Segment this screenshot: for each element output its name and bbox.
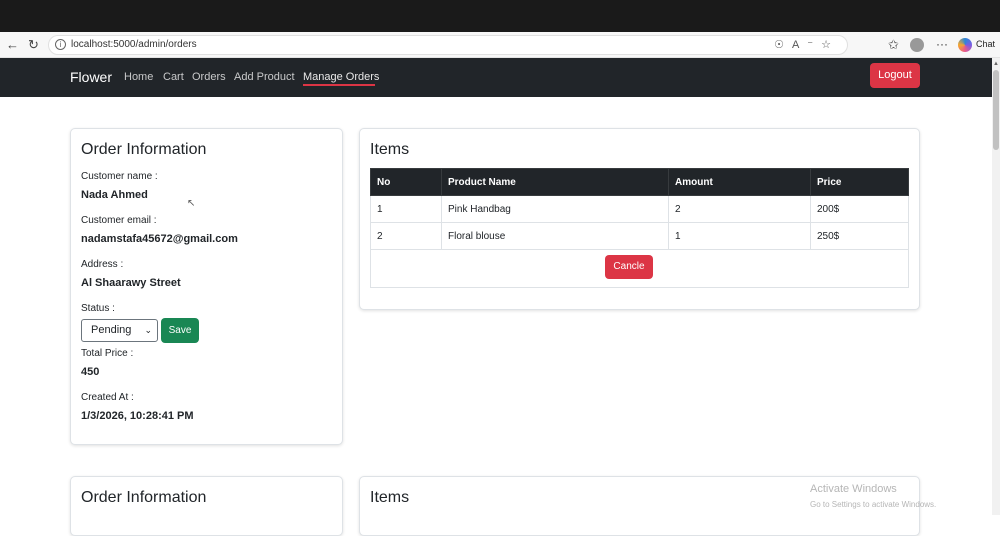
order-info-card-2: Order Information [70, 476, 343, 536]
favorite-star-icon[interactable]: ☆ [821, 39, 839, 51]
created-at-value: 1/3/2026, 10:28:41 PM [81, 410, 194, 422]
logout-button[interactable]: Logout [870, 63, 920, 88]
column-header-no: No [370, 168, 442, 196]
order-info-title-2: Order Information [81, 489, 207, 506]
column-header-price: Price [810, 168, 909, 196]
activate-windows-watermark: Activate Windows [810, 483, 897, 495]
items-title-2: Items [370, 489, 410, 506]
table-row: 1 Pink Handbag 2 200$ [370, 195, 909, 223]
page-scrollbar[interactable]: ▲ [992, 58, 1000, 515]
cell-price: 200$ [810, 195, 909, 223]
customer-email-value: nadamstafa45672@gmail.com [81, 233, 238, 245]
address-label: Address : [81, 259, 124, 270]
items-card: Items No Product Name Amount Price 1 Pin… [359, 128, 920, 310]
navbar: Flower Home Cart Orders Add Product Mana… [0, 58, 992, 97]
items-title: Items [370, 141, 410, 158]
cancel-button[interactable]: Cancle [605, 255, 653, 279]
total-price-value: 450 [81, 366, 100, 378]
order-info-title: Order Information [81, 141, 207, 158]
status-label: Status : [81, 303, 115, 314]
cell-product-name: Pink Handbag [441, 195, 669, 223]
customer-name-value: Nada Ahmed [81, 189, 148, 201]
scroll-thumb[interactable] [993, 70, 999, 150]
chevron-down-icon[interactable]: ⌄ [144, 320, 152, 341]
profile-avatar-icon[interactable] [910, 38, 924, 52]
nav-cart[interactable]: Cart [163, 71, 184, 83]
items-table: No Product Name Amount Price 1 Pink Hand… [370, 168, 909, 250]
nav-manage-orders[interactable]: Manage Orders [303, 71, 379, 83]
browser-toolbar: ← ↻ i localhost:5000/admin/orders ☉A⁻☆ ✩ [0, 32, 1000, 58]
total-price-label: Total Price : [81, 348, 134, 359]
column-header-product-name: Product Name [441, 168, 669, 196]
brand-logo[interactable]: Flower [70, 69, 112, 85]
activate-windows-subtext: Go to Settings to activate Windows. [810, 500, 937, 509]
status-select-value[interactable]: Pending [91, 324, 131, 336]
cell-no: 2 [370, 222, 442, 250]
customer-email-label: Customer email : [81, 215, 157, 226]
status-select[interactable]: Pending ⌄ [81, 319, 158, 342]
window-titlebar [0, 0, 1000, 32]
table-row: 2 Floral blouse 1 250$ [370, 222, 909, 250]
more-icon[interactable]: ··· [936, 37, 948, 51]
nav-orders[interactable]: Orders [192, 71, 226, 83]
cell-product-name: Floral blouse [441, 222, 669, 250]
save-button[interactable]: Save [161, 318, 199, 343]
favorites-icon[interactable]: ✩ [888, 37, 899, 53]
cell-no: 1 [370, 195, 442, 223]
customer-name-label: Customer name : [81, 171, 158, 182]
read-aloud-icon[interactable]: A⁻ [792, 39, 821, 51]
location-icon[interactable]: ☉ [774, 39, 792, 51]
address-bar-icons[interactable]: ☉A⁻☆ [774, 38, 839, 51]
cell-amount: 2 [668, 195, 811, 223]
url-text[interactable]: localhost:5000/admin/orders [71, 39, 197, 50]
created-at-label: Created At : [81, 392, 134, 403]
order-info-card: Order Information Customer name : Nada A… [70, 128, 343, 445]
copilot-icon[interactable] [958, 38, 972, 52]
cursor-icon: ↖ [187, 198, 196, 209]
info-icon[interactable]: i [55, 39, 66, 50]
back-arrow-icon[interactable]: ← [6, 37, 19, 53]
cell-price: 250$ [810, 222, 909, 250]
scroll-up-arrow-icon[interactable]: ▲ [992, 61, 1000, 67]
chat-label[interactable]: Chat [976, 39, 995, 49]
column-header-amount: Amount [668, 168, 811, 196]
nav-add-product[interactable]: Add Product [234, 71, 295, 83]
refresh-icon[interactable]: ↻ [28, 37, 39, 53]
address-value: Al Shaarawy Street [81, 277, 181, 289]
active-nav-indicator [303, 84, 375, 86]
table-header-row: No Product Name Amount Price [370, 168, 909, 196]
cell-amount: 1 [668, 222, 811, 250]
address-bar[interactable]: i localhost:5000/admin/orders ☉A⁻☆ [48, 35, 848, 55]
nav-home[interactable]: Home [124, 71, 153, 83]
